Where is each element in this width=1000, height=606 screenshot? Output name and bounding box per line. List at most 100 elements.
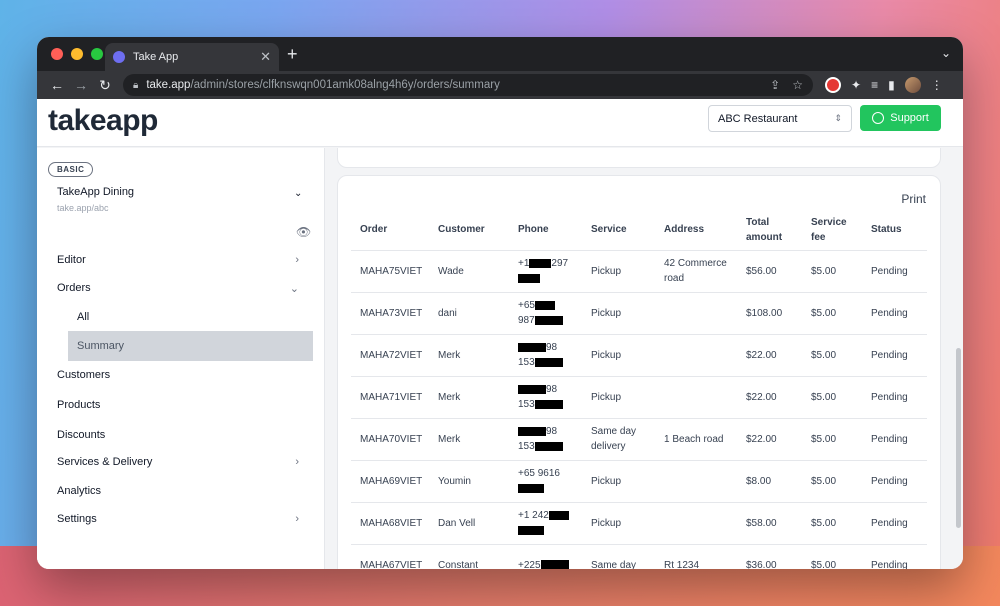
address-cell: 1 Beach road <box>655 418 737 461</box>
browser-tab[interactable]: Take App ✕ <box>105 43 279 71</box>
address-bar[interactable]: 🔒︎ take.app /admin/stores/clfknswqn001am… <box>123 74 813 96</box>
status-cell: Pending <box>862 460 927 503</box>
close-tab-icon[interactable]: ✕ <box>260 49 271 65</box>
table-row[interactable]: MAHA68VIET Dan Vell +1 242 Pickup $58.00 $5.0… <box>351 502 927 545</box>
phone-cell: +1 242 <box>509 502 582 545</box>
page: takeapp ABC Restaurant ⇕ Support BASIC T… <box>37 99 963 569</box>
reload-icon[interactable]: ↻ <box>93 77 117 94</box>
sidebar-item-orders-all[interactable]: All <box>77 303 307 331</box>
customer-cell: Constant <box>429 544 509 569</box>
profile-avatar[interactable] <box>904 77 921 93</box>
table-row[interactable]: MAHA72VIET Merk 98 153 Pickup $22.00 $5.00 Pend… <box>351 334 927 377</box>
sidebar-item-label: Services & Delivery <box>57 456 153 468</box>
sidebar-item-customers[interactable]: Customers <box>57 361 307 389</box>
sidebar-item-editor[interactable]: Editor › <box>57 246 307 274</box>
sidebar-item-label: Editor <box>57 254 86 266</box>
table-row[interactable]: MAHA71VIET Merk 98 153 Pickup $22.00 $5.00 Pend… <box>351 376 927 419</box>
phone-prefix: +65 <box>518 300 535 311</box>
orders-card: Print Order Customer Phone Service Addre… <box>337 175 941 569</box>
menu-kebab-icon[interactable]: ⋮ <box>931 78 943 92</box>
service-cell: Same day <box>582 544 655 569</box>
sidebar-item-label: Orders <box>57 282 91 294</box>
phone-cell: 98 153 <box>509 334 582 377</box>
fee-cell: $5.00 <box>802 250 862 293</box>
sidebar-item-label: Analytics <box>57 485 102 497</box>
total-cell: $22.00 <box>737 376 802 419</box>
back-icon[interactable]: ← <box>45 77 69 93</box>
table-row[interactable]: MAHA70VIET Merk 98 153 Same day delivery 1 Be… <box>351 418 927 461</box>
phone-cell: 98 153 <box>509 376 582 419</box>
sidebar-item-discounts[interactable]: Discounts <box>57 421 307 449</box>
customer-cell: Youmin <box>429 460 509 503</box>
phone-cell: +225 <box>509 544 582 569</box>
customer-cell: Wade <box>429 250 509 293</box>
share-icon[interactable]: ⇪ <box>770 78 780 92</box>
total-cell: $36.00 <box>737 544 802 569</box>
address-cell <box>655 502 737 545</box>
order-cell: MAHA70VIET <box>351 418 429 461</box>
reading-list-icon[interactable]: ≡ <box>871 78 878 92</box>
table-row[interactable]: MAHA73VIET dani +65 987 Pickup $108.00 $5.00 Pe… <box>351 292 927 335</box>
table-row[interactable]: MAHA67VIET Constant +225 Same day Rt 1234 $36… <box>351 544 927 569</box>
address-cell <box>655 460 737 503</box>
order-cell: MAHA75VIET <box>351 250 429 293</box>
phone-line2: 987 <box>518 315 535 326</box>
sidebar-item-orders-summary[interactable]: Summary <box>68 331 313 361</box>
side-panel-icon[interactable]: ▮ <box>888 78 895 92</box>
fee-cell: $5.00 <box>802 460 862 503</box>
order-cell: MAHA68VIET <box>351 502 429 545</box>
puzzle-extensions-icon[interactable]: ✦ <box>851 78 861 92</box>
tab-search-chevron-icon[interactable]: ⌄ <box>941 46 951 60</box>
table-row[interactable]: MAHA69VIET Youmin +65 9616 Pickup $8.00 $5.00… <box>351 460 927 503</box>
service-cell: Same day delivery <box>582 418 655 461</box>
sidebar-item-settings[interactable]: Settings › <box>57 505 307 533</box>
fee-cell: $5.00 <box>802 292 862 335</box>
sidebar-item-label: Discounts <box>57 429 106 441</box>
service-cell: Pickup <box>582 376 655 419</box>
tab-title: Take App <box>133 51 179 63</box>
address-cell: 42 Commerce road <box>655 250 737 293</box>
store-url[interactable]: take.app/abc <box>57 203 109 213</box>
support-button[interactable]: Support <box>860 105 941 131</box>
bookmark-star-icon[interactable]: ☆ <box>792 78 803 92</box>
scrollbar[interactable] <box>956 348 961 528</box>
sidebar: BASIC TakeApp Dining take.app/abc ⌄ 👁︎ E… <box>37 148 325 569</box>
redacted-block <box>540 560 569 569</box>
col-service: Service <box>582 210 655 251</box>
browser-window: Take App ✕ + ⌄ ← → ↻ 🔒︎ take.app /admin/… <box>37 37 963 569</box>
table-row[interactable]: MAHA75VIET Wade +1 297 Pickup 42 Commerce roa… <box>351 250 927 293</box>
redacted-block <box>518 384 546 394</box>
browser-toolbar: ← → ↻ 🔒︎ take.app /admin/stores/clfknswq… <box>37 71 963 99</box>
status-cell: Pending <box>862 544 927 569</box>
minimize-window-button[interactable] <box>71 48 83 60</box>
total-cell: $22.00 <box>737 418 802 461</box>
sidebar-item-products[interactable]: Products <box>57 391 307 419</box>
eye-icon[interactable]: 👁︎ <box>296 225 311 239</box>
address-cell <box>655 334 737 377</box>
logo[interactable]: takeapp <box>48 104 158 138</box>
chevron-down-icon[interactable]: ⌄ <box>294 188 302 199</box>
sidebar-item-orders[interactable]: Orders ⌄ <box>57 274 307 302</box>
phone-prefix: +1 242 <box>518 510 549 521</box>
maximize-window-button[interactable] <box>91 48 103 60</box>
table-header-row: Order Customer Phone Service Address Tot… <box>351 210 927 251</box>
store-name[interactable]: TakeApp Dining <box>57 186 134 198</box>
address-cell: Rt 1234 <box>655 544 737 569</box>
chevron-right-icon: › <box>295 456 299 468</box>
sidebar-item-services-delivery[interactable]: Services & Delivery › <box>57 448 307 476</box>
customer-cell: Dan Vell <box>429 502 509 545</box>
extension-icon[interactable] <box>825 77 841 93</box>
new-tab-icon[interactable]: + <box>287 44 298 65</box>
service-cell: Pickup <box>582 502 655 545</box>
status-cell: Pending <box>862 418 927 461</box>
fee-cell: $5.00 <box>802 544 862 569</box>
sidebar-item-analytics[interactable]: Analytics <box>57 477 307 505</box>
forward-icon[interactable]: → <box>69 77 93 93</box>
service-cell: Pickup <box>582 250 655 293</box>
print-button[interactable]: Print <box>901 192 926 206</box>
close-window-button[interactable] <box>51 48 63 60</box>
store-select-value: ABC Restaurant <box>718 112 798 125</box>
store-select[interactable]: ABC Restaurant ⇕ <box>708 105 852 132</box>
order-cell: MAHA73VIET <box>351 292 429 335</box>
sidebar-item-label: Settings <box>57 513 97 525</box>
